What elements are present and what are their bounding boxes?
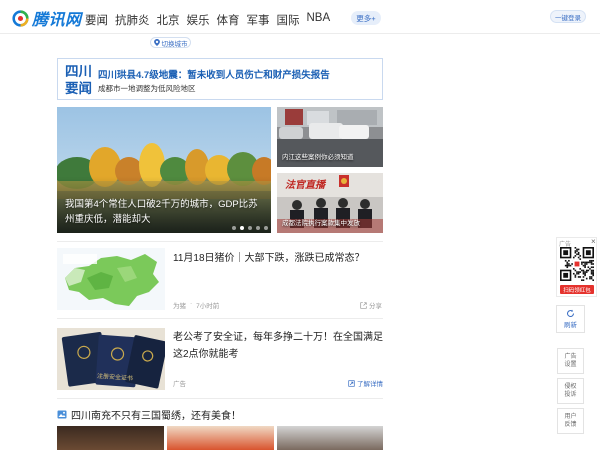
close-icon[interactable]: ×: [591, 237, 596, 246]
more-button[interactable]: 更多+: [351, 11, 381, 25]
carousel-dot[interactable]: [240, 226, 244, 230]
switch-city-button[interactable]: 切换城市: [150, 37, 191, 48]
ad-settings-line2: 设置: [564, 362, 577, 368]
feed-item-1-meta: 为猪 · 7小时前: [173, 300, 219, 310]
local-news-headline[interactable]: 四川珙县4.7级地震：暂未收到人员伤亡和财产损失报告: [98, 67, 330, 81]
side-story-1[interactable]: 内江这些案例你必须知道: [277, 107, 383, 167]
ad-settings-button[interactable]: 广告 设置: [557, 348, 584, 374]
share-label: 分享: [369, 303, 382, 310]
login-button[interactable]: 一键登录: [550, 10, 586, 23]
qr-ad-box: 广告 × 扫码领红包: [556, 237, 597, 297]
carousel-dots: [232, 226, 268, 230]
site-logo[interactable]: 腾讯网: [12, 8, 82, 29]
feed-item-2-meta: 广告: [173, 378, 186, 388]
share-icon: [360, 301, 367, 309]
nav-item-beijing[interactable]: 北京: [157, 12, 180, 28]
complaint-button[interactable]: 侵权 投诉: [557, 378, 584, 404]
tencent-logo-icon: [12, 9, 29, 27]
feed-item-1-time: 7小时前: [196, 303, 220, 310]
logo-text: 腾讯网: [32, 12, 82, 29]
complaint-line2: 投诉: [564, 392, 577, 398]
feed-item-1-title[interactable]: 11月18日猪价｜大部下跌，涨跌已成常态？: [173, 250, 385, 267]
nav-item-news[interactable]: 要闻: [85, 12, 108, 28]
nav-item-sports[interactable]: 体育: [217, 12, 240, 28]
court-live-badge: 法官直播: [285, 180, 325, 191]
nav-item-international[interactable]: 国际: [277, 12, 300, 28]
pig-price-map-image[interactable]: [57, 248, 165, 310]
headline-carousel[interactable]: 我国第4个常住人口破2千万的城市，GDP比苏州重庆低，潜能却大: [57, 107, 271, 233]
china-map-image: [57, 248, 165, 310]
complaint-line1: 侵权: [564, 384, 577, 390]
local-news-box: 四川 要闻 四川珙县4.7级地震：暂未收到人员伤亡和财产损失报告 成都市一地调整…: [57, 58, 383, 100]
section-header[interactable]: 四川南充不只有三国蜀绣，还有美食！: [57, 407, 241, 422]
nav-item-entertainment[interactable]: 娱乐: [187, 12, 210, 28]
side-story-2-caption: 成都法院执行案款集中发放: [282, 220, 360, 227]
location-pin-icon: [153, 39, 160, 46]
learn-more-button[interactable]: 了解详情: [348, 378, 383, 388]
local-news-subline[interactable]: 成都市一地调整为低风险地区: [98, 83, 196, 94]
safety-certificate-image[interactable]: 注册安全证书: [57, 328, 165, 390]
side-story-1-caption: 内江这些案例你必须知道: [282, 154, 354, 161]
feed-item-2-title[interactable]: 老公考了安全证，每年多挣二十万！在全国满足这2点你就能考: [173, 329, 385, 363]
feedback-button[interactable]: 用户 反馈: [557, 408, 584, 434]
carousel-dot[interactable]: [264, 226, 268, 230]
switch-city-label: 切换城市: [161, 40, 188, 48]
ad-tag: 广告: [173, 381, 186, 388]
refresh-icon: [566, 309, 575, 317]
external-link-icon: [348, 379, 355, 387]
image-icon: [57, 410, 67, 419]
local-news-title-line2: 要闻: [65, 81, 92, 96]
refresh-label: 刷新: [564, 322, 577, 329]
scan-red-packet-button[interactable]: 扫码领红包: [560, 285, 594, 294]
carousel-dot[interactable]: [256, 226, 260, 230]
food-image-2[interactable]: [167, 426, 274, 450]
section-title: 四川南充不只有三国蜀绣，还有美食！: [71, 411, 241, 422]
feed-item-1-separator: ·: [190, 300, 193, 307]
carousel-dot[interactable]: [248, 226, 252, 230]
divider: [57, 241, 383, 242]
ad-settings-line1: 广告: [564, 354, 577, 360]
side-story-2[interactable]: 法官直播 成都法院执行案款集中发放: [277, 173, 383, 233]
nav-item-military[interactable]: 军事: [247, 12, 270, 28]
nav-item-anti-pneumonia[interactable]: 抗肺炎: [115, 12, 150, 28]
main-nav: 要闻 抗肺炎 北京 娱乐 体育 军事 国际 NBA: [85, 12, 330, 28]
divider: [57, 318, 383, 319]
feedback-line1: 用户: [564, 414, 577, 420]
learn-more-label: 了解详情: [357, 381, 383, 388]
divider: [57, 398, 383, 399]
qr-code-image: [560, 247, 594, 281]
feedback-line2: 反馈: [564, 422, 577, 428]
carousel-caption[interactable]: 我国第4个常住人口破2千万的城市，GDP比苏州重庆低，潜能却大: [65, 197, 265, 227]
share-button[interactable]: 分享: [360, 300, 382, 310]
refresh-button[interactable]: 刷新: [556, 305, 585, 333]
carousel-dot[interactable]: [232, 226, 236, 230]
local-news-title: 四川 要闻: [65, 63, 95, 97]
local-news-title-line1: 四川: [65, 64, 92, 79]
food-image-1[interactable]: [57, 426, 164, 450]
feed-item-1-source: 为猪: [173, 303, 186, 310]
food-image-3[interactable]: [277, 426, 383, 450]
nav-item-nba[interactable]: NBA: [307, 12, 331, 28]
